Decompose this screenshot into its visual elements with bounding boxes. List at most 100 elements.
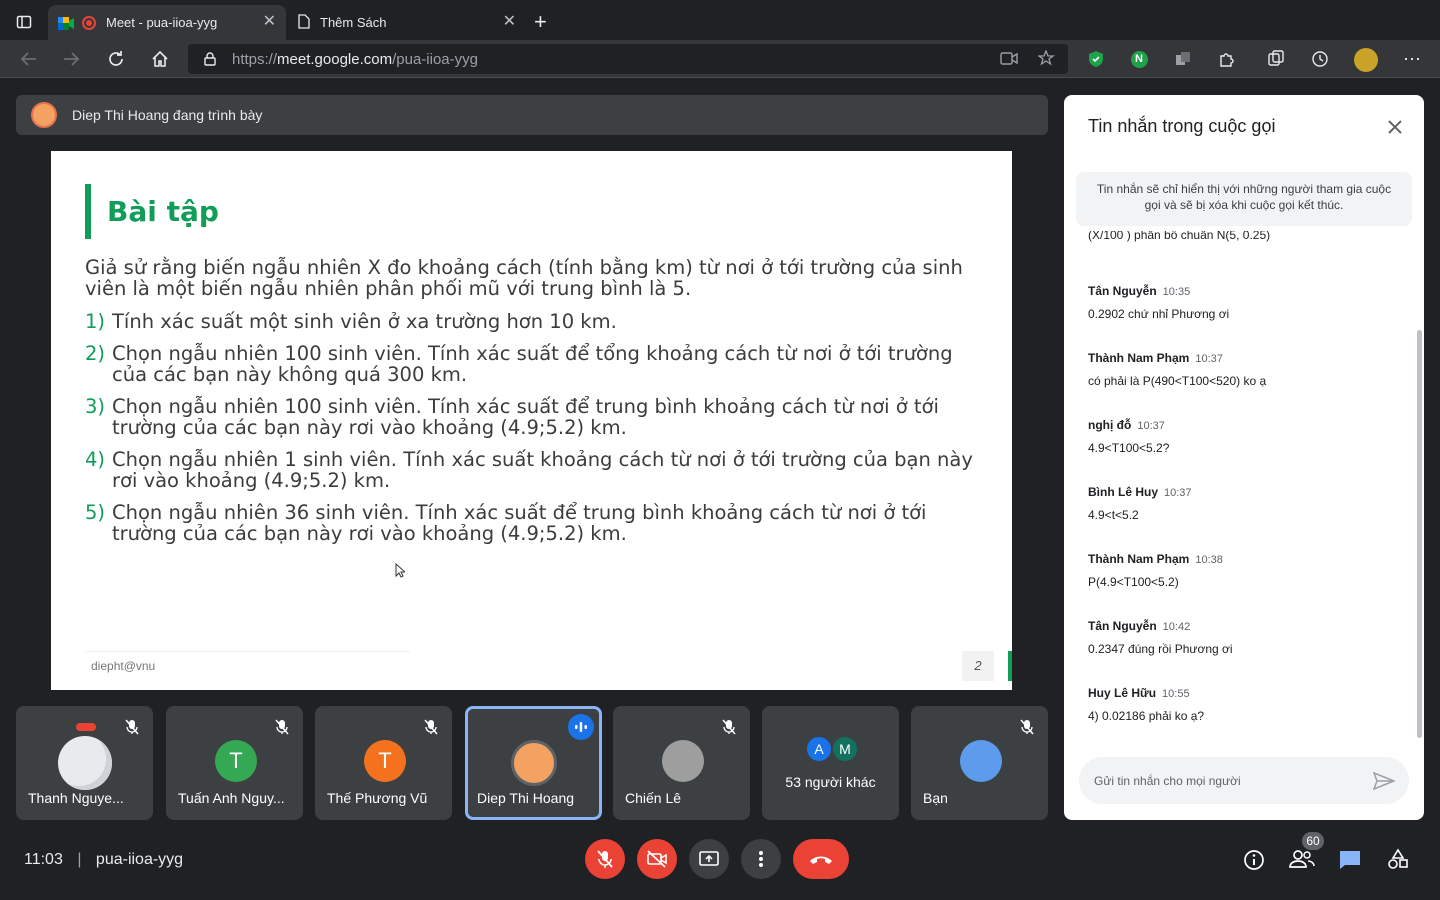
participant-tile[interactable]: T Tuấn Anh Nguy...	[166, 706, 303, 820]
collections-icon[interactable]	[1266, 49, 1286, 69]
message-sender: Bình Lê Huy	[1088, 485, 1159, 499]
meeting-info: 11:03 | pua-iioa-yyg	[24, 851, 183, 869]
omnibox[interactable]: https://meet.google.com/pua-iioa-yyg	[188, 44, 1068, 74]
message-time: 10:35	[1162, 286, 1191, 298]
present-screen-button[interactable]	[689, 839, 729, 879]
participant-name: Thanh Nguye...	[28, 790, 124, 806]
participant-tile[interactable]: Chiến Lê	[613, 706, 750, 820]
slide-footer-author: diepht@vnu	[85, 651, 410, 679]
item-text: Chọn ngẫu nhiên 100 sinh viên. Tính xác …	[112, 342, 953, 386]
message-sender: nghị đỗ	[1088, 418, 1132, 432]
self-tile[interactable]: Bạn	[911, 706, 1048, 820]
message-text: P(4.9<T100<5.2)	[1088, 575, 1179, 589]
chat-message: Tân Nguyễn 10:42 0.2347 đúng rồi Phương ơi	[1088, 617, 1398, 656]
chat-message-list[interactable]: (X/100 ) phân bố chuẩn N(5, 0.25) Tân Ng…	[1088, 231, 1398, 751]
message-time: 10:37	[1137, 420, 1165, 432]
leave-call-button[interactable]	[793, 839, 849, 879]
rocket-icon	[76, 723, 96, 731]
participant-name: Chiến Lê	[625, 790, 682, 806]
participant-name: Thế Phương Vũ	[327, 790, 428, 806]
url-text: https://meet.google.com/pua-iioa-yyg	[232, 51, 478, 68]
browser-tab-bar: Meet - pua-iioa-yyg ✕ Thêm Sách ✕ +	[0, 0, 1440, 40]
moon-avatar	[58, 736, 112, 790]
tab-title: Meet - pua-iioa-yyg	[106, 15, 218, 30]
tab-them-sach[interactable]: Thêm Sách ✕	[288, 5, 526, 40]
presentation-slide: Bài tập Giả sử rằng biến ngẫu nhiên X đo…	[51, 151, 1012, 690]
close-tab-icon[interactable]: ✕	[503, 14, 516, 30]
message-text: có phải là P(490<T100<520) ko ạ	[1088, 374, 1267, 388]
lock-icon[interactable]	[204, 52, 216, 71]
extensions-icon[interactable]	[1217, 49, 1237, 69]
participant-avatar: T	[364, 740, 406, 782]
muted-mic-icon	[718, 716, 740, 738]
n-extension-icon[interactable]: N	[1129, 49, 1149, 69]
muted-mic-icon	[121, 716, 143, 738]
message-time: 10:55	[1162, 688, 1190, 700]
more-menu-icon[interactable]: ⋯	[1402, 49, 1422, 69]
slide-page-number: 2	[962, 651, 994, 681]
item-number: 5)	[85, 501, 106, 524]
separator: |	[77, 851, 82, 868]
meeting-details-icon[interactable]	[1243, 849, 1265, 876]
microphone-toggle-button[interactable]	[585, 839, 625, 879]
self-avatar	[960, 740, 1002, 782]
profile-avatar-icon[interactable]	[1354, 48, 1378, 72]
participant-name: Tuấn Anh Nguy...	[178, 790, 285, 806]
camera-toggle-button[interactable]	[637, 839, 677, 879]
muted-mic-icon	[420, 716, 442, 738]
item-number: 2)	[85, 342, 106, 365]
message-sender: Thành Nam Phạm	[1088, 552, 1190, 566]
tab-actions-icon[interactable]	[14, 12, 34, 32]
chat-scrollbar[interactable]	[1417, 330, 1422, 738]
meeting-controls-bar: 11:03 | pua-iioa-yyg 60	[0, 830, 1440, 900]
home-icon[interactable]	[150, 49, 170, 69]
chat-input[interactable]: Gửi tin nhắn cho mọi người	[1079, 757, 1409, 804]
participant-tile-active-speaker[interactable]: Diep Thi Hoang	[465, 706, 602, 820]
speaking-indicator-icon	[568, 714, 594, 740]
message-time: 10:38	[1195, 554, 1223, 566]
slide-intro: Giả sử rằng biến ngẫu nhiên X đo khoảng …	[85, 256, 963, 300]
history-icon[interactable]	[1310, 49, 1330, 69]
add-favorite-icon[interactable]	[1037, 49, 1056, 73]
people-icon[interactable]	[1289, 849, 1315, 874]
activities-icon[interactable]	[1387, 848, 1409, 875]
message-time: 10:42	[1162, 621, 1191, 633]
camera-in-use-icon[interactable]	[1000, 52, 1018, 70]
close-tab-icon[interactable]: ✕	[263, 14, 276, 30]
close-icon[interactable]	[1386, 118, 1404, 141]
chat-message: Bình Lê Huy 10:37 4.9<t<5.2	[1088, 483, 1398, 522]
message-sender: Thành Nam Phạm	[1088, 351, 1190, 365]
participant-tile[interactable]: T Thế Phương Vũ	[315, 706, 452, 820]
presenter-avatar	[31, 102, 57, 128]
new-tab-icon[interactable]: +	[534, 11, 547, 33]
reload-icon[interactable]	[106, 49, 126, 69]
chat-icon[interactable]	[1338, 849, 1362, 876]
others-tile[interactable]: A M 53 người khác	[762, 706, 899, 820]
recording-icon	[82, 15, 96, 30]
participant-avatar: T	[215, 740, 257, 782]
message-time: 10:37	[1195, 353, 1223, 365]
mouse-cursor-icon	[395, 562, 407, 583]
chat-panel: Tin nhắn trong cuộc gọi Tin nhắn sẽ chỉ …	[1064, 95, 1424, 820]
tab-meet[interactable]: Meet - pua-iioa-yyg ✕	[48, 5, 286, 40]
meeting-code: pua-iioa-yyg	[95, 851, 184, 868]
chat-notice: Tin nhắn sẽ chỉ hiển thị với những người…	[1076, 172, 1412, 226]
item-number: 1)	[85, 310, 106, 333]
back-icon[interactable]	[18, 49, 38, 69]
more-options-icon[interactable]	[741, 839, 781, 879]
message-sender: Tân Nguyễn	[1088, 619, 1157, 633]
copy-extension-icon[interactable]	[1173, 49, 1193, 69]
tab-title: Thêm Sách	[320, 15, 387, 30]
participant-tile[interactable]: Thanh Nguye...	[16, 706, 153, 820]
current-time: 11:03	[24, 851, 63, 868]
forward-icon[interactable]	[62, 49, 82, 69]
chat-input-placeholder: Gửi tin nhắn cho mọi người	[1094, 774, 1241, 788]
shield-extension-icon[interactable]	[1086, 49, 1106, 69]
message-text: 4.9<t<5.2	[1088, 508, 1139, 522]
message-sender: Tân Nguyễn	[1088, 284, 1157, 298]
send-icon[interactable]	[1372, 771, 1397, 795]
message-time: 10:37	[1164, 487, 1192, 499]
others-count-label: 53 người khác	[785, 774, 876, 790]
chat-message: nghị đỗ 10:37 4.9<T100<5.2?	[1088, 416, 1398, 455]
slide-accent-bar	[1008, 651, 1012, 681]
